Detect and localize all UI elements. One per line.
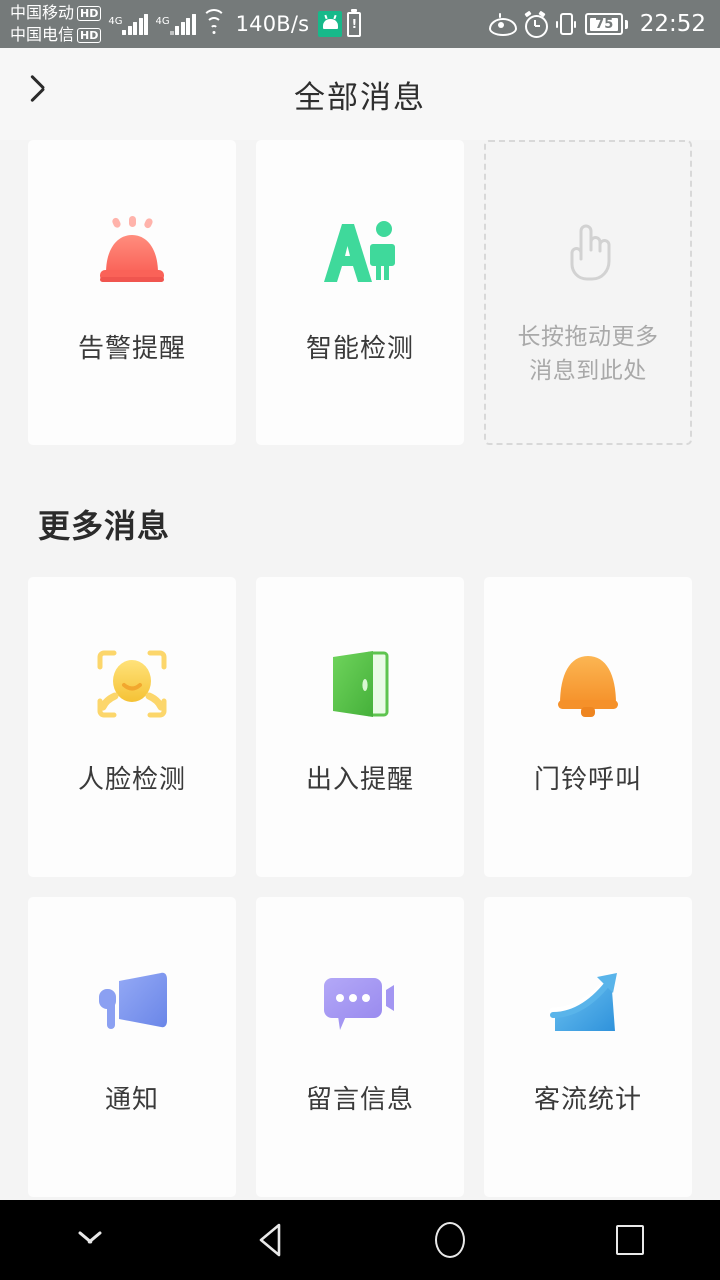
card-label: 人脸检测 [77, 765, 186, 795]
title-bar: 全部消息 [0, 48, 720, 140]
alarm-siren-icon [93, 210, 171, 296]
carrier-info: 中国移动 HD 中国电信 HD [10, 3, 102, 46]
more-card-grid: 人脸检测 出入提醒 门铃呼叫 通知 留言信息 客流统计 [0, 577, 720, 1197]
pointing-hand-icon [559, 208, 617, 294]
status-bar-left: 中国移动 HD 中国电信 HD 4G 4G 140B/s ! [10, 3, 362, 46]
card-notification[interactable]: 通知 [28, 897, 236, 1197]
nav-recents-button[interactable] [540, 1200, 720, 1280]
battery-warning-icon: ! [347, 11, 362, 37]
signal-group-2: 4G [153, 13, 196, 35]
trend-up-chart-icon [549, 961, 627, 1047]
page-title: 全部消息 [294, 79, 426, 116]
eye-comfort-icon [488, 13, 518, 36]
doorbell-bell-icon [551, 641, 625, 727]
dropzone-text-line-1: 长按拖动更多 [517, 324, 659, 350]
alarm-clock-icon [523, 10, 549, 38]
carrier-name-1: 中国移动 [10, 3, 75, 22]
carrier-row-1: 中国移动 HD [10, 3, 102, 24]
card-doorbell-call[interactable]: 门铃呼叫 [484, 577, 692, 877]
vibrate-icon [556, 12, 577, 36]
carrier-name-2: 中国电信 [10, 25, 75, 44]
card-label: 客流统计 [533, 1085, 642, 1115]
open-door-icon [329, 641, 391, 727]
signal-bars-icon-2 [169, 13, 196, 35]
android-robot-icon [318, 11, 343, 37]
wifi-icon [201, 9, 227, 35]
back-triangle-icon [258, 1223, 282, 1257]
nav-home-button[interactable] [360, 1200, 540, 1280]
card-label: 门铃呼叫 [533, 765, 642, 795]
card-dropzone[interactable]: 长按拖动更多 消息到此处 [484, 140, 692, 445]
card-label: 通知 [104, 1085, 159, 1115]
network-speed-label: 140B/s [235, 11, 310, 36]
card-traffic-statistics[interactable]: 客流统计 [484, 897, 692, 1197]
card-label: 出入提醒 [305, 765, 414, 795]
hd-badge-2: HD [77, 27, 102, 43]
card-smart-detection[interactable]: 智能检测 [256, 140, 464, 445]
card-label: 智能检测 [305, 334, 414, 364]
card-entry-exit-reminder[interactable]: 出入提醒 [256, 577, 464, 877]
dropzone-text: 长按拖动更多 消息到此处 [518, 320, 659, 388]
clock-label: 22:52 [639, 10, 706, 37]
status-bar-right: 75 22:52 [488, 10, 706, 38]
face-detect-icon [94, 641, 170, 727]
back-button[interactable] [18, 48, 80, 140]
battery-level-label: 75 [590, 17, 619, 31]
recents-square-icon [616, 1225, 644, 1255]
battery-icon: 75 [585, 13, 628, 35]
content-area: 告警提醒 智能检测 长按拖动更多 消息到此处 更多消息 人脸检测 出入提醒 门铃… [0, 140, 720, 1280]
card-face-detection[interactable]: 人脸检测 [28, 577, 236, 877]
card-label: 告警提醒 [77, 334, 186, 364]
card-voice-message[interactable]: 留言信息 [256, 897, 464, 1197]
home-circle-icon [435, 1222, 465, 1258]
system-navigation-bar [0, 1200, 720, 1280]
signal-group-1: 4G [106, 13, 149, 35]
signal-bars-icon-1 [122, 13, 149, 35]
nav-back-button[interactable] [180, 1200, 360, 1280]
carrier-row-2: 中国电信 HD [10, 25, 102, 46]
chevron-left-icon [41, 79, 58, 109]
phone-screen: 中国移动 HD 中国电信 HD 4G 4G 140B/s ! 75 22:52 … [0, 0, 720, 1280]
card-label: 留言信息 [305, 1085, 414, 1115]
card-alarm-reminder[interactable]: 告警提醒 [28, 140, 236, 445]
chat-bubble-dots-icon [320, 961, 400, 1047]
dropzone-text-line-2: 消息到此处 [529, 358, 647, 384]
chevron-down-icon [77, 1227, 103, 1253]
top-card-grid: 告警提醒 智能检测 长按拖动更多 消息到此处 [0, 140, 720, 445]
status-bar: 中国移动 HD 中国电信 HD 4G 4G 140B/s ! 75 22:52 [0, 0, 720, 48]
nav-hide-navbar-button[interactable] [0, 1200, 180, 1280]
network-type-label-2: 4G [155, 16, 170, 27]
ai-person-icon [320, 210, 400, 296]
megaphone-icon [93, 961, 171, 1047]
hd-badge-1: HD [77, 5, 102, 21]
network-type-label-1: 4G [108, 16, 123, 27]
section-title-more-messages: 更多消息 [38, 507, 171, 545]
